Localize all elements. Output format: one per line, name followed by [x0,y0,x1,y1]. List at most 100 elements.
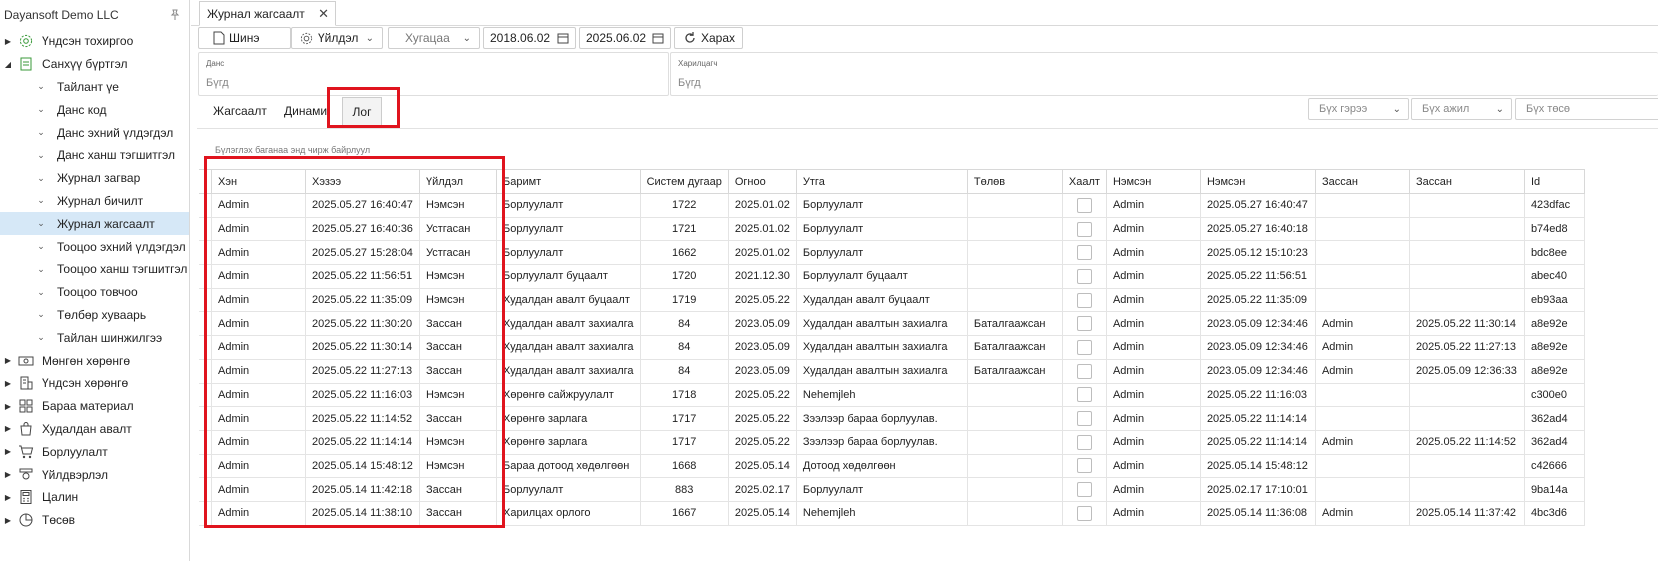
closed-checkbox[interactable] [1076,505,1092,521]
expand-icon[interactable]: ▶ [3,379,13,388]
calendar-icon[interactable] [557,32,569,44]
sidebar-item[interactable]: ⌄ Тооцоо товчоо [0,281,189,304]
date-from-field[interactable]: 2018.06.02 [483,27,576,49]
expand-icon[interactable]: ▶ [3,37,13,46]
column-header[interactable]: Утга [795,169,968,194]
table-row[interactable]: Admin 2025.05.14 11:38:10 Зассан Харилцах о… [199,500,1585,526]
period-dropdown[interactable]: Хугацаа ⌄ [388,27,480,49]
sidebar-item[interactable]: ▶ Худалдан авалт [0,418,189,441]
tab-dynamic[interactable]: Динами [284,104,327,118]
pin-icon[interactable] [169,9,181,21]
new-button[interactable]: Шинэ [198,27,291,49]
collapse-icon[interactable]: ◢ [3,60,13,69]
sidebar-item[interactable]: ▶ Төсөв [0,509,189,532]
calendar-icon[interactable] [652,32,664,44]
job-combo[interactable]: Бүх ажил ⌄ [1411,98,1512,120]
sidebar-item[interactable]: ▶ Бараа материал [0,395,189,418]
column-header[interactable]: Хаалт [1061,169,1107,194]
closed-checkbox[interactable] [1076,411,1092,427]
table-row[interactable]: Admin 2025.05.22 11:14:52 Зассан Хөрөнгө за… [199,406,1585,431]
view-button[interactable]: Харах [674,27,743,49]
sidebar-item[interactable]: ⌄ Тооцоо ханш тэгшитгэл [0,258,189,281]
table-row[interactable]: Admin 2025.05.22 11:14:14 Нэмсэн Хөрөнгө за… [199,429,1585,455]
column-header[interactable]: Хэн [211,169,306,194]
table-row[interactable]: Admin 2025.05.14 15:48:12 Нэмсэн Бараа дото… [199,453,1585,479]
closed-checkbox[interactable] [1076,482,1092,498]
table-row[interactable]: Admin 2025.05.22 11:30:20 Зассан Худалдан а… [199,311,1585,337]
closed-checkbox[interactable] [1076,339,1092,355]
sidebar-item[interactable]: ▶ Цалин [0,486,189,509]
table-cell: 1717 [639,406,729,431]
closed-checkbox[interactable] [1076,268,1092,284]
closed-checkbox[interactable] [1076,245,1092,261]
expand-icon[interactable]: ▶ [3,447,13,456]
sidebar-item[interactable]: ⌄ Тайлан шинжилгээ [0,326,189,349]
table-cell: bdc8ee [1523,240,1585,266]
document-icon [18,56,34,72]
table-cell: 2025.05.14 15:48:12 [1199,453,1316,479]
tab-summary[interactable]: Жагсаалт [213,104,267,118]
table-row[interactable]: Admin 2025.05.22 11:56:51 Нэмсэн Борлуулалт… [199,264,1585,289]
sidebar-item[interactable]: ⌄ Тооцоо эхний үлдэгдэл [0,235,189,258]
closed-checkbox[interactable] [1076,363,1092,379]
table-row[interactable]: Admin 2025.05.27 15:28:04 Устгасан Борлуула… [199,240,1585,266]
expand-icon[interactable]: ▶ [3,516,13,525]
expand-icon[interactable]: ▶ [3,470,13,479]
table-row[interactable]: Admin 2025.05.22 11:16:03 Нэмсэн Хөрөнгө са… [199,382,1585,408]
table-row[interactable]: Admin 2025.05.27 16:40:47 Нэмсэн Борлуулалт… [199,193,1585,218]
expand-icon[interactable]: ▶ [3,493,13,502]
tab-log[interactable]: Лог [342,97,382,127]
sidebar-item[interactable]: ▶ Үндсэн тохиргоо [0,30,189,53]
sidebar-item[interactable]: ⌄ Данс код [0,98,189,121]
closed-checkbox[interactable] [1076,316,1092,332]
closed-checkbox[interactable] [1076,197,1092,213]
column-header[interactable]: Үйлдэл [419,169,497,194]
sidebar-header: Dayansoft Demo LLC [0,0,189,30]
sidebar-item[interactable]: ◢ Санхүү бүртгэл [0,53,189,76]
column-header[interactable]: Нэмсэн [1199,169,1316,194]
closed-checkbox[interactable] [1076,434,1092,450]
column-header[interactable]: Систем дугаар [639,169,729,194]
sidebar-item[interactable]: ▶ Мөнгөн хөрөнгө [0,349,189,372]
contract-combo[interactable]: Бүх гэрээ ⌄ [1308,98,1409,120]
table-cell: Дотоод хөдөлгөөн [795,453,968,479]
budget-combo[interactable]: Бүх төсө [1515,98,1658,120]
closed-checkbox[interactable] [1076,387,1092,403]
column-header[interactable]: Зассан [1408,169,1525,194]
column-header[interactable]: Баримт [496,169,641,194]
sidebar-item[interactable]: ▶ Үйлдвэрлэл [0,463,189,486]
closed-checkbox[interactable] [1076,458,1092,474]
account-filter[interactable]: Данс Бүгд [198,52,669,96]
column-header[interactable]: Id [1523,169,1585,194]
table-row[interactable]: Admin 2025.05.22 11:35:09 Нэмсэн Худалдан а… [199,287,1585,313]
sidebar-item[interactable]: ▶ Үндсэн хөрөнгө [0,372,189,395]
sidebar-item[interactable]: ⌄ Тайлант үе [0,76,189,99]
date-to-field[interactable]: 2025.06.02 [579,27,671,49]
sidebar-item[interactable]: ⌄ Төлбөр хуваарь [0,304,189,327]
expand-icon[interactable]: ▶ [3,356,13,365]
column-header[interactable]: Зассан [1314,169,1410,194]
table-row[interactable]: Admin 2025.05.22 11:27:13 Зассан Худалдан а… [199,358,1585,384]
table-row[interactable]: Admin 2025.05.27 16:40:36 Устгасан Борлуула… [199,216,1585,242]
expand-icon[interactable]: ▶ [3,402,13,411]
close-icon[interactable]: ✕ [318,6,329,22]
column-header[interactable]: Нэмсэн [1105,169,1201,194]
sidebar-item[interactable]: ⌄ Данс эхний үлдэгдэл [0,121,189,144]
closed-checkbox[interactable] [1076,221,1092,237]
sidebar-item[interactable]: ⌄ Данс ханш тэгшитгэл [0,144,189,167]
tab-journal-list[interactable]: Журнал жагсаалт ✕ [199,1,336,26]
column-header[interactable]: Төлөв [966,169,1063,194]
table-row[interactable]: Admin 2025.05.14 11:42:18 Зассан Борлуулалт… [199,477,1585,502]
group-panel-hint[interactable]: Бүлэглэх баганаа энд чирж байрлуул [215,145,370,155]
action-dropdown[interactable]: Үйлдэл ⌄ [291,27,383,49]
sidebar-item[interactable]: ⌄ Журнал загвар [0,167,189,190]
table-row[interactable]: Admin 2025.05.22 11:30:14 Зассан Худалдан а… [199,335,1585,360]
column-header[interactable]: Огноо [727,169,797,194]
expand-icon[interactable]: ▶ [3,424,13,433]
closed-checkbox[interactable] [1076,292,1092,308]
sidebar-item[interactable]: ⌄ Журнал жагсаалт [0,212,189,236]
sidebar-item[interactable]: ⌄ Журнал бичилт [0,190,189,213]
sidebar-item[interactable]: ▶ Борлуулалт [0,440,189,463]
column-header[interactable]: Хэзээ [305,169,420,194]
partner-filter[interactable]: Харилцагч Бүгд [670,52,1658,96]
